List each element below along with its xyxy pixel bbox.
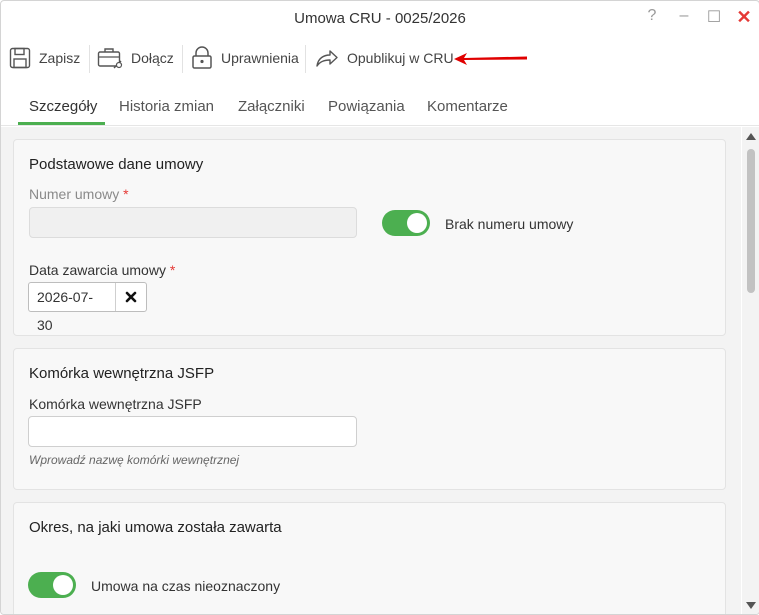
tab-details[interactable]: Szczegóły	[29, 98, 97, 115]
section-title: Podstawowe dane umowy	[29, 156, 204, 173]
details-panel: Podstawowe dane umowy Numer umowy * Brak…	[1, 127, 741, 614]
attach-label: Dołącz	[131, 50, 174, 66]
minimize-icon[interactable]: –	[674, 7, 694, 25]
section-title: Okres, na jaki umowa została zawarta	[29, 519, 282, 536]
close-icon	[125, 291, 137, 303]
share-arrow-icon	[316, 50, 338, 67]
internal-unit-label: Komórka wewnętrzna JSFP	[29, 396, 202, 412]
toolbar-divider	[305, 45, 306, 73]
tab-comments[interactable]: Komentarze	[427, 98, 508, 115]
toolbar-divider	[182, 45, 183, 73]
maximize-icon[interactable]: ☐	[704, 7, 724, 27]
lock-icon	[192, 46, 212, 69]
internal-unit-input[interactable]	[28, 416, 357, 447]
permissions-label: Uprawnienia	[221, 50, 299, 66]
tab-attachments[interactable]: Załączniki	[238, 98, 305, 115]
indefinite-period-label: Umowa na czas nieoznaczony	[91, 578, 281, 594]
active-tab-indicator	[18, 122, 105, 125]
vertical-scrollbar[interactable]	[742, 127, 759, 614]
toolbar-divider	[89, 45, 90, 73]
save-button[interactable]: Zapisz	[9, 43, 80, 73]
section-internal-unit: Komórka wewnętrzna JSFP Komórka wewnętrz…	[13, 348, 726, 490]
required-mark: *	[123, 186, 129, 202]
tab-history[interactable]: Historia zmian	[119, 98, 214, 115]
section-contract-period: Okres, na jaki umowa została zawarta Umo…	[13, 502, 726, 614]
tab-relations[interactable]: Powiązania	[328, 98, 405, 115]
contract-date-field[interactable]: 2026-07-30	[28, 282, 147, 333]
scrollbar-thumb[interactable]	[747, 149, 755, 293]
publish-cru-label: Opublikuj w CRU	[347, 50, 454, 66]
toggle-knob	[407, 213, 427, 233]
scroll-up-arrow-icon[interactable]	[746, 133, 756, 140]
toggle-knob	[53, 575, 73, 595]
close-icon[interactable]: ✕	[734, 7, 754, 28]
briefcase-attach-icon	[97, 48, 123, 69]
contract-number-input	[29, 207, 357, 238]
internal-unit-hint: Wprowadź nazwę komórki wewnętrznej	[29, 453, 240, 467]
section-basic-data: Podstawowe dane umowy Numer umowy * Brak…	[13, 139, 726, 336]
no-number-label: Brak numeru umowy	[445, 216, 574, 232]
required-mark: *	[169, 262, 176, 278]
attach-button[interactable]: Dołącz	[97, 43, 174, 73]
annotation-arrow	[454, 53, 527, 65]
no-number-toggle[interactable]	[382, 210, 430, 236]
save-label: Zapisz	[39, 50, 81, 66]
title-bar: Umowa CRU - 0025/2026 ? – ☐ ✕	[1, 1, 759, 35]
toolbar: Zapisz Dołącz Uprawnienia Opublikuj w CR…	[1, 39, 759, 79]
scroll-down-arrow-icon[interactable]	[746, 602, 756, 609]
clear-date-button[interactable]	[115, 283, 146, 311]
contract-window: Umowa CRU - 0025/2026 ? – ☐ ✕ Zapisz Doł…	[0, 0, 759, 615]
publish-cru-button[interactable]: Opublikuj w CRU	[315, 43, 454, 73]
help-icon[interactable]: ?	[642, 7, 662, 25]
save-icon	[9, 47, 31, 69]
permissions-button[interactable]: Uprawnienia	[191, 43, 299, 73]
contract-date-label: Data zawarcia umowy *	[29, 262, 176, 278]
contract-date-value[interactable]: 2026-07-30	[29, 283, 115, 333]
tab-bar: Szczegóły Historia zmian Załączniki Powi…	[1, 89, 759, 126]
contract-number-label: Numer umowy *	[29, 186, 129, 202]
section-title: Komórka wewnętrzna JSFP	[29, 365, 215, 382]
indefinite-period-toggle[interactable]	[28, 572, 76, 598]
